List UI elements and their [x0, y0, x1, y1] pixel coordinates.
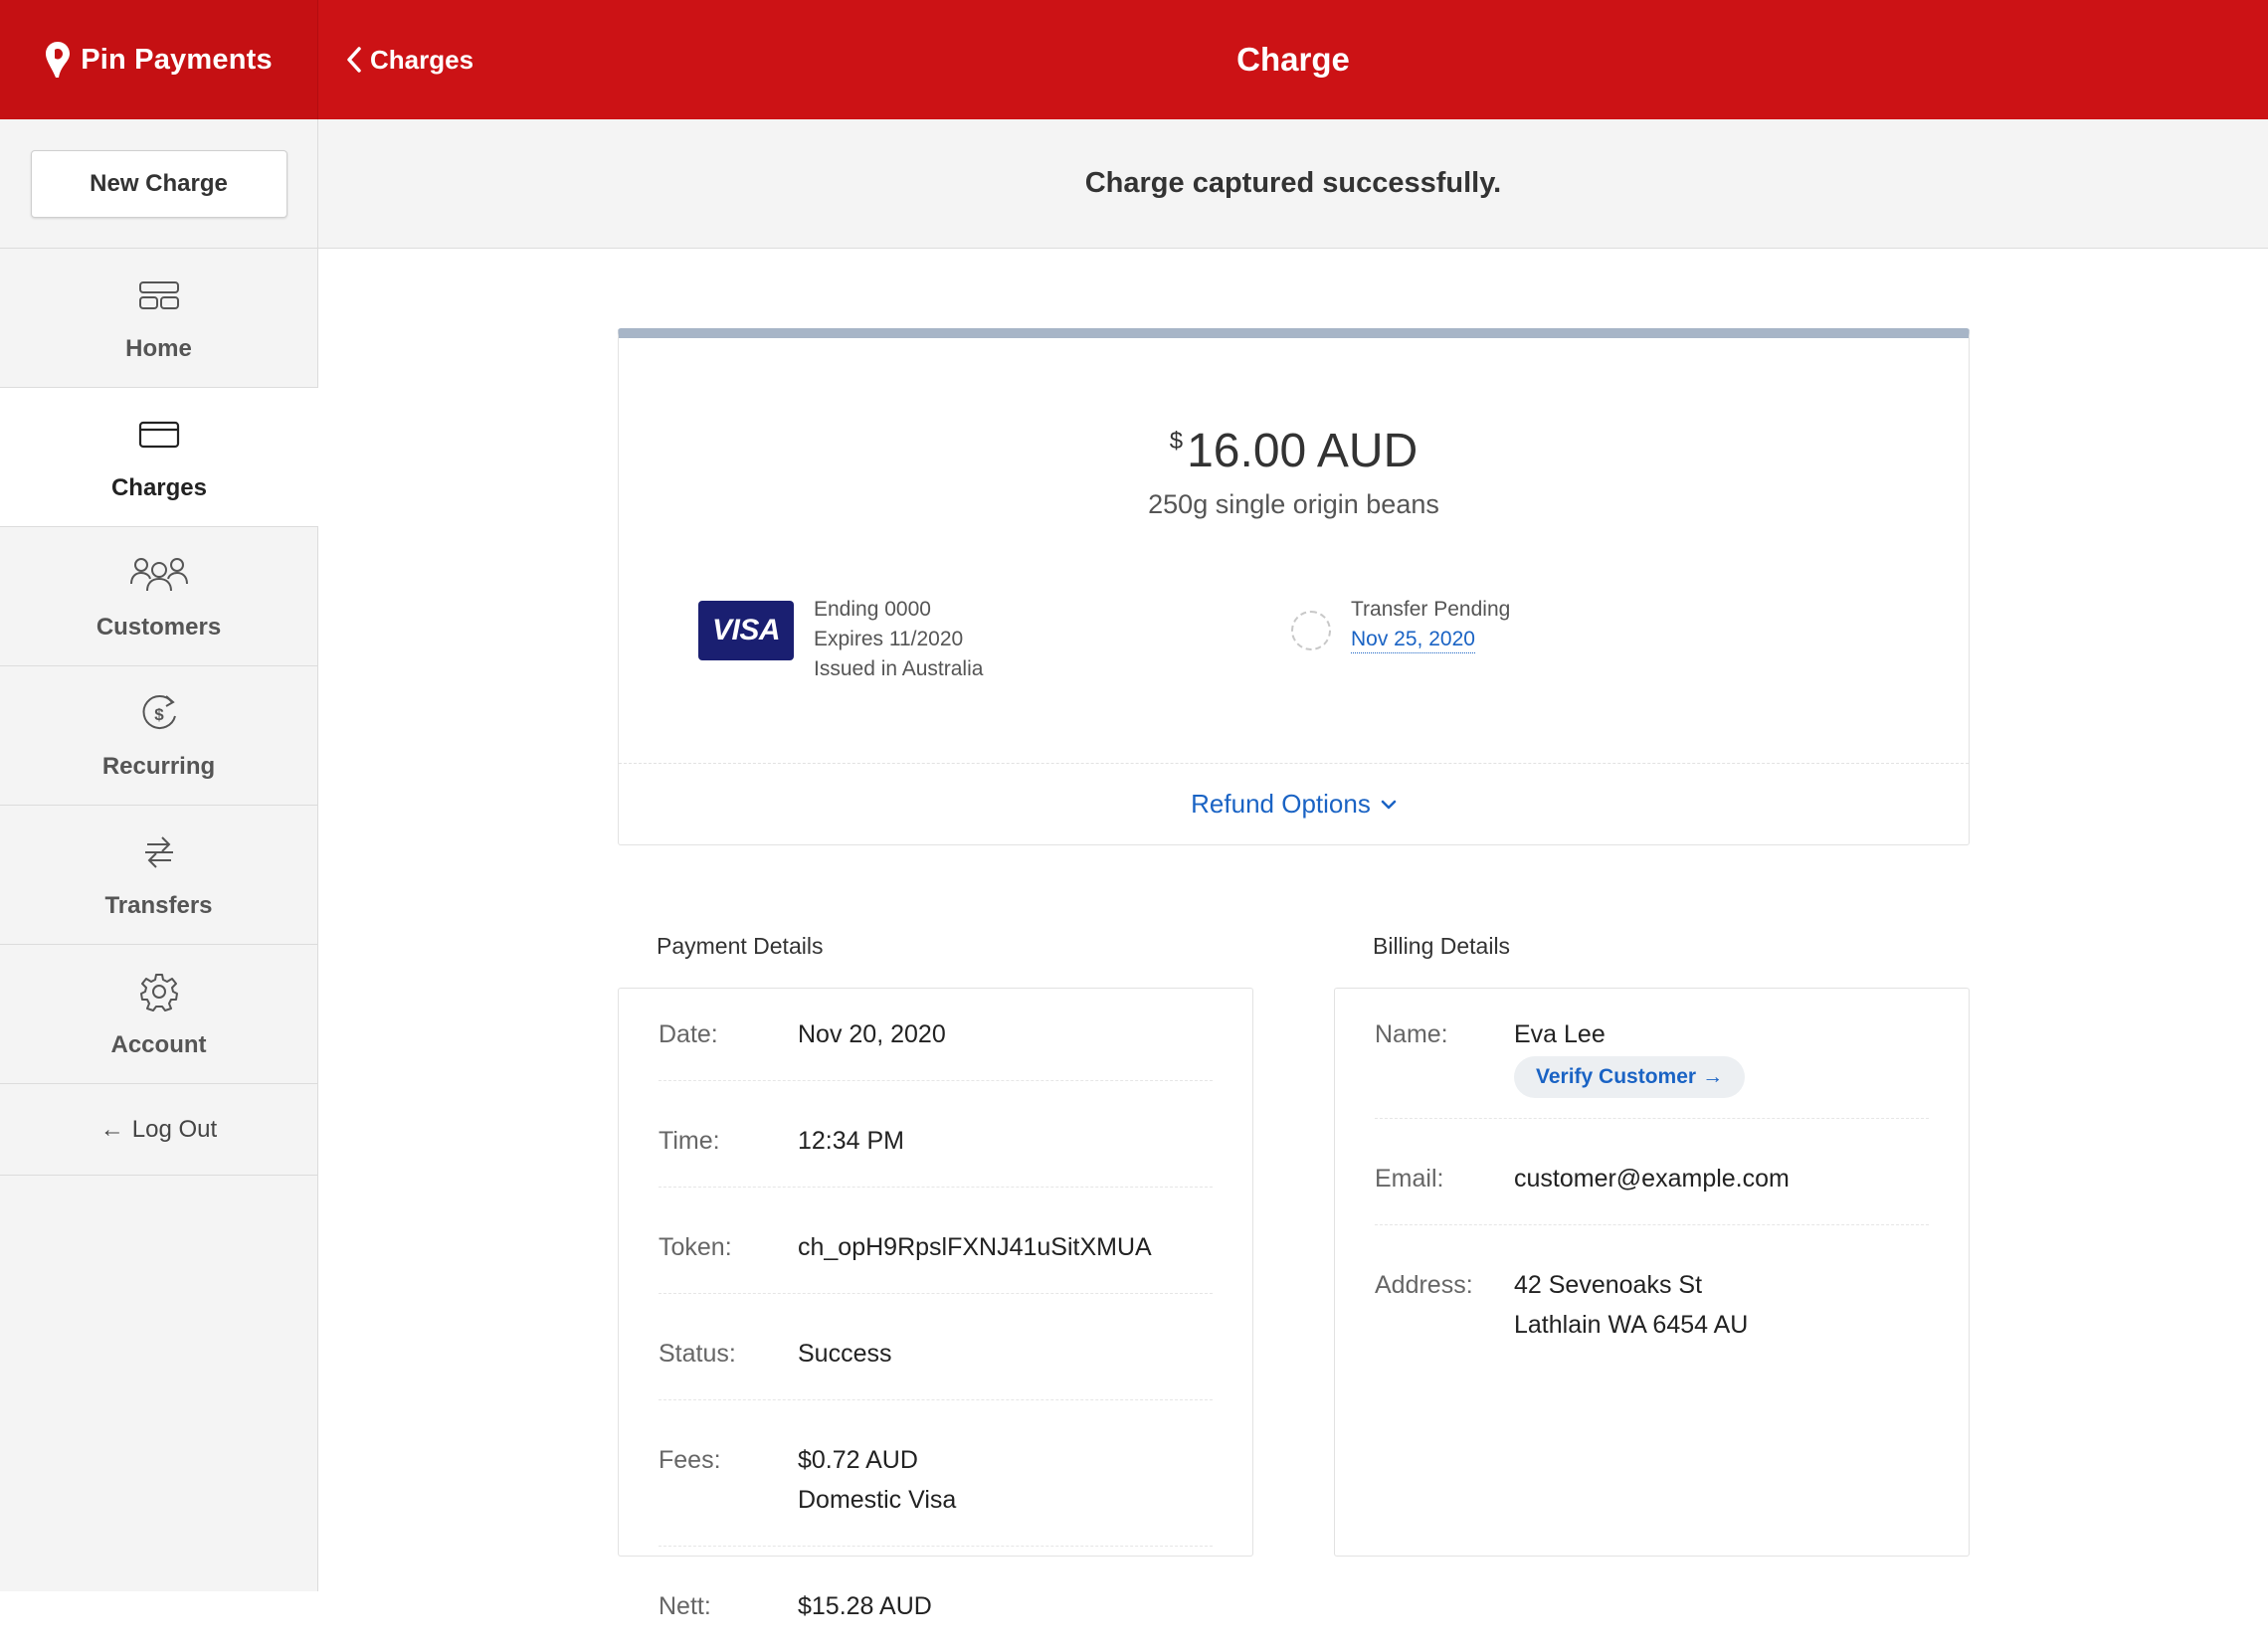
- sidebar-item-label: Transfers: [104, 891, 213, 919]
- sidebar-item-label: Recurring: [101, 752, 216, 780]
- chevron-down-icon: [1381, 800, 1397, 809]
- arrow-right-icon: →: [1702, 1065, 1724, 1088]
- row-value: $15.28 AUD: [798, 1592, 932, 1620]
- sidebar-item-label: Account: [110, 1030, 207, 1058]
- sidebar-item-charges[interactable]: Charges: [0, 388, 318, 527]
- sidebar-item-account[interactable]: Account: [0, 945, 317, 1084]
- address-line-1: 42 Sevenoaks St: [1514, 1271, 1703, 1299]
- charge-description: 250g single origin beans: [1148, 489, 1439, 519]
- row-label: Nett:: [659, 1592, 711, 1620]
- sidebar-item-home[interactable]: Home: [0, 249, 317, 388]
- row-label: Status:: [659, 1340, 736, 1368]
- users-icon: [129, 552, 188, 596]
- payment-details-title: Payment Details: [657, 933, 824, 959]
- payment-row-nett: Nett: $15.28 AUD: [659, 1547, 1213, 1652]
- logout-link[interactable]: ← Log Out: [0, 1084, 317, 1176]
- chevron-left-icon: [347, 47, 361, 73]
- sidebar: New Charge Home Charges Customers $ Recu…: [0, 119, 318, 1591]
- charge-amount: $16.00 AUD: [619, 424, 1969, 478]
- back-to-charges-link[interactable]: Charges: [346, 0, 473, 119]
- row-label: Name:: [1375, 1020, 1448, 1048]
- billing-row-email: Email: customer@example.com: [1375, 1119, 1929, 1225]
- customer-email-link[interactable]: customer@example.com: [1514, 1159, 1790, 1198]
- top-bar: Pin Payments Charges Charge: [0, 0, 2268, 119]
- refund-options-label: Refund Options: [1191, 789, 1371, 819]
- back-link-label: Charges: [370, 44, 474, 75]
- payment-row-time: Time: 12:34 PM: [659, 1081, 1213, 1188]
- payment-row-date: Date: Nov 20, 2020: [659, 989, 1213, 1081]
- row-value: Nov 20, 2020: [798, 1020, 946, 1048]
- sidebar-item-label: Home: [125, 334, 192, 362]
- fee-amount: $0.72 AUD: [798, 1446, 918, 1474]
- address-line-2: Lathlain WA 6454 AU: [1514, 1311, 1749, 1339]
- billing-row-name: Name: Eva Lee Verify Customer →: [1375, 989, 1929, 1119]
- transfer-details: Transfer Pending Nov 25, 2020: [1351, 595, 1510, 654]
- gear-icon: [139, 970, 179, 1013]
- credit-card-icon: [138, 413, 180, 457]
- row-value: Success: [798, 1340, 892, 1368]
- refund-options-toggle[interactable]: Refund Options: [619, 763, 1969, 844]
- row-value: Eva Lee Verify Customer →: [1514, 1014, 1746, 1098]
- logout-label: Log Out: [131, 1115, 218, 1143]
- svg-text:$: $: [154, 705, 164, 724]
- amount-value: 16.00 AUD: [1187, 425, 1418, 477]
- card-ending: Ending 0000: [814, 598, 931, 621]
- new-charge-button[interactable]: New Charge: [30, 149, 287, 218]
- payment-details-panel: Date: Nov 20, 2020 Time: 12:34 PM Token:…: [618, 988, 1253, 1620]
- billing-details-panel: Name: Eva Lee Verify Customer → Email: c…: [1334, 988, 1970, 1557]
- verify-customer-label: Verify Customer: [1536, 1065, 1697, 1088]
- row-label: Time:: [659, 1127, 720, 1155]
- brand-name: Pin Payments: [81, 43, 273, 76]
- billing-row-address: Address: 42 Sevenoaks St Lathlain WA 645…: [1375, 1225, 1929, 1371]
- card-details: Ending 0000 Expires 11/2020 Issued in Au…: [814, 595, 983, 684]
- row-label: Email:: [1375, 1165, 1444, 1193]
- transfer-info: Transfer Pending Nov 25, 2020: [1291, 598, 1510, 654]
- row-value: 42 Sevenoaks St Lathlain WA 6454 AU: [1514, 1265, 1748, 1345]
- card-expiry: Expires 11/2020: [814, 628, 964, 650]
- card-issuer-country: Issued in Australia: [814, 657, 984, 680]
- sidebar-item-customers[interactable]: Customers: [0, 527, 317, 666]
- sidebar-item-label: Customers: [95, 613, 222, 641]
- row-label: Token:: [659, 1233, 732, 1261]
- pin-logo-icon: [46, 42, 71, 78]
- payment-row-fees: Fees: $0.72 AUD Domestic Visa: [659, 1400, 1213, 1547]
- payment-row-token: Token: ch_opH9RpslFXNJ41uSitXMUA: [659, 1188, 1213, 1294]
- recurring-dollar-icon: $: [138, 691, 180, 735]
- card-info: VISA Ending 0000 Expires 11/2020 Issued …: [698, 598, 983, 684]
- brand-logo[interactable]: Pin Payments: [0, 0, 318, 119]
- transfer-status: Transfer Pending: [1351, 598, 1511, 621]
- verify-customer-button[interactable]: Verify Customer →: [1514, 1056, 1746, 1098]
- row-label: Date:: [659, 1020, 718, 1048]
- pending-status-icon: [1291, 611, 1331, 650]
- row-value: $0.72 AUD Domestic Visa: [798, 1440, 956, 1520]
- transfer-date-link[interactable]: Nov 25, 2020: [1351, 627, 1475, 653]
- arrow-left-icon: ←: [99, 1115, 124, 1143]
- fee-type: Domestic Visa: [798, 1486, 957, 1514]
- row-value: ch_opH9RpslFXNJ41uSitXMUA: [798, 1233, 1152, 1261]
- payment-row-status: Status: Success: [659, 1294, 1213, 1400]
- page-title: Charge: [1236, 41, 1350, 78]
- currency-symbol: $: [1169, 428, 1184, 455]
- home-icon: [138, 274, 180, 317]
- row-label: Address:: [1375, 1271, 1473, 1299]
- sidebar-item-recurring[interactable]: $ Recurring: [0, 666, 317, 806]
- sidebar-item-label: Charges: [110, 473, 208, 501]
- row-label: Fees:: [659, 1446, 721, 1474]
- success-flash-message: Charge captured successfully.: [318, 119, 2268, 249]
- customer-name: Eva Lee: [1514, 1020, 1606, 1048]
- transfers-icon: [141, 830, 177, 874]
- row-value: 12:34 PM: [798, 1127, 905, 1155]
- sidebar-item-transfers[interactable]: Transfers: [0, 806, 317, 945]
- new-charge-area: New Charge: [0, 119, 317, 249]
- visa-card-icon: VISA: [698, 601, 794, 660]
- charge-summary-card: $16.00 AUD 250g single origin beans VISA…: [618, 328, 1970, 845]
- billing-details-title: Billing Details: [1373, 933, 1511, 959]
